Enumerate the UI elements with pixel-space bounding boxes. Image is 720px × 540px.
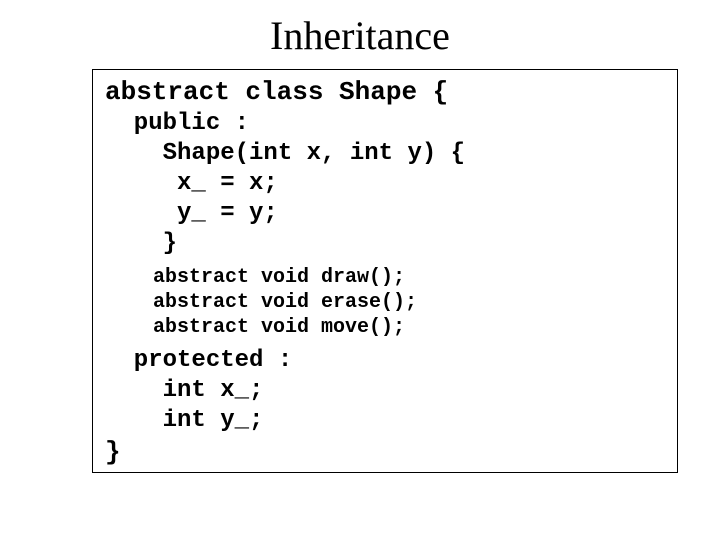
- code-line: y_ = y;: [105, 199, 665, 229]
- slide: Inheritance abstract class Shape { publi…: [0, 0, 720, 540]
- code-line: protected :: [105, 346, 665, 376]
- code-line: abstract class Shape {: [105, 76, 665, 109]
- code-line: int x_;: [105, 376, 665, 406]
- code-line: }: [105, 229, 665, 259]
- code-line: abstract void move();: [105, 315, 665, 340]
- code-line: }: [105, 436, 665, 469]
- code-line: Shape(int x, int y) {: [105, 139, 665, 169]
- code-line: x_ = x;: [105, 169, 665, 199]
- slide-title: Inheritance: [36, 12, 684, 59]
- code-line: abstract void erase();: [105, 290, 665, 315]
- code-box: abstract class Shape { public : Shape(in…: [92, 69, 678, 473]
- code-line: public :: [105, 109, 665, 139]
- code-line: abstract void draw();: [105, 265, 665, 290]
- code-line: int y_;: [105, 406, 665, 436]
